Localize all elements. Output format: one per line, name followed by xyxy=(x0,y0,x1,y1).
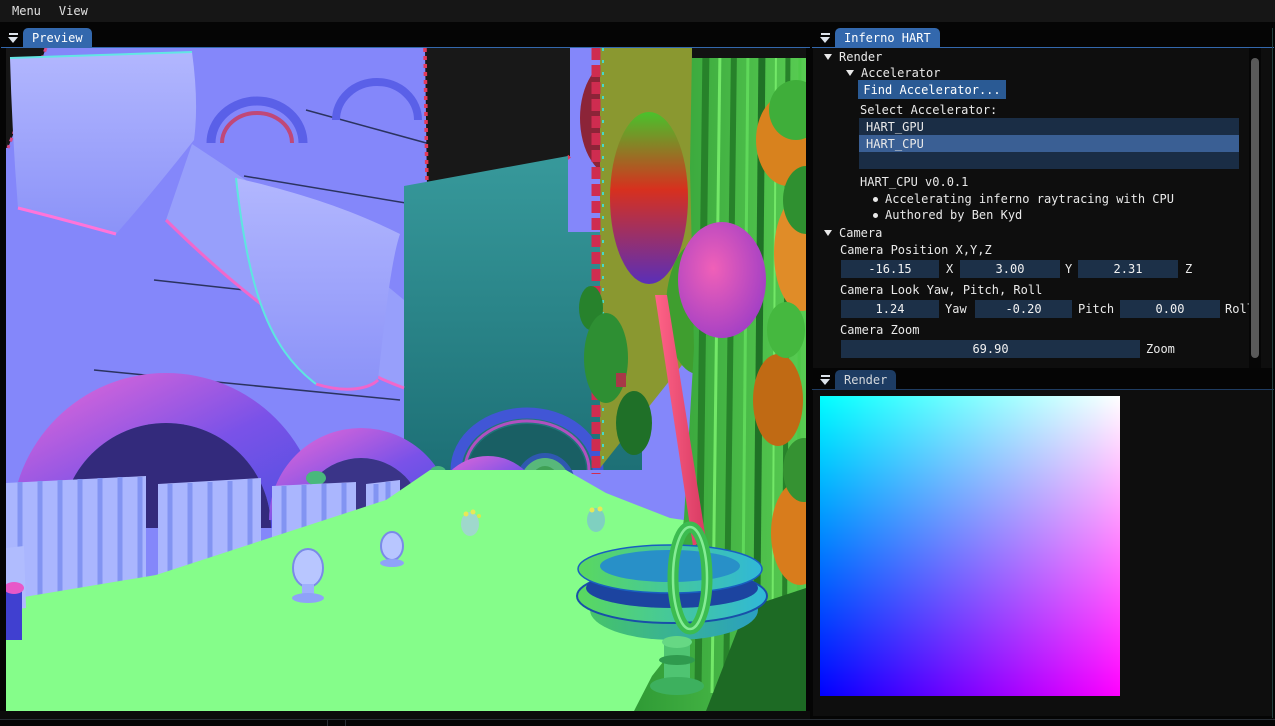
tab-list-arrow-button[interactable] xyxy=(817,29,833,47)
bullet-icon xyxy=(873,213,878,218)
tab-inferno-hart[interactable]: Inferno HART xyxy=(835,28,940,47)
camera-position-y-field[interactable]: 3.00 xyxy=(960,260,1060,278)
preview-render-image xyxy=(6,48,806,711)
accelerator-option-hart-gpu[interactable]: HART_GPU xyxy=(859,118,1239,135)
menu-item-menu[interactable]: Menu xyxy=(4,4,49,18)
accelerator-info-bullet: Authored by Ben Kyd xyxy=(873,207,1022,223)
preview-viewport[interactable] xyxy=(6,48,806,711)
tab-preview[interactable]: Preview xyxy=(23,28,92,47)
axis-label-pitch: Pitch xyxy=(1078,300,1114,318)
resize-grip-notch[interactable] xyxy=(345,719,346,726)
render-gradient-image xyxy=(820,396,1120,696)
tree-expand-icon xyxy=(846,70,854,76)
camera-yaw-field[interactable]: 1.24 xyxy=(841,300,939,318)
vertical-scrollbar[interactable] xyxy=(1249,48,1261,368)
camera-pitch-field[interactable]: -0.20 xyxy=(975,300,1072,318)
axis-label-x: X xyxy=(946,260,953,278)
menu-bar: Menu View xyxy=(0,0,1275,22)
find-accelerator-button[interactable]: Find Accelerator... xyxy=(858,80,1006,99)
accelerator-info-title: HART_CPU v0.0.1 xyxy=(860,174,968,190)
tab-list-arrow-button[interactable] xyxy=(5,29,21,47)
tree-expand-icon xyxy=(824,54,832,60)
tree-expand-icon xyxy=(824,230,832,236)
camera-look-label: Camera Look Yaw, Pitch, Roll xyxy=(840,282,1042,298)
axis-label-zoom: Zoom xyxy=(1146,340,1175,358)
window-right-border xyxy=(1272,28,1273,718)
camera-position-z-field[interactable]: 2.31 xyxy=(1078,260,1178,278)
accelerator-info-bullet: Accelerating inferno raytracing with CPU xyxy=(873,191,1174,207)
select-accelerator-label: Select Accelerator: xyxy=(860,102,997,118)
camera-zoom-field[interactable]: 69.90 xyxy=(841,340,1140,358)
camera-position-x-field[interactable]: -16.15 xyxy=(841,260,939,278)
tab-render[interactable]: Render xyxy=(835,370,896,389)
tab-list-arrow-icon xyxy=(9,33,18,35)
tab-list-arrow-icon xyxy=(821,375,830,377)
inspector-panel: Render Accelerator Find Accelerator... S… xyxy=(813,48,1273,368)
axis-label-y: Y xyxy=(1065,260,1072,278)
accelerator-option-hart-cpu[interactable]: HART_CPU xyxy=(859,135,1239,152)
scrollbar-thumb[interactable] xyxy=(1251,58,1259,358)
accelerator-listbox: HART_GPU HART_CPU xyxy=(859,118,1239,169)
tree-node-render[interactable]: Render xyxy=(824,49,882,65)
render-panel xyxy=(813,390,1273,716)
tab-list-arrow-button[interactable] xyxy=(817,371,833,389)
preview-window-footer xyxy=(0,711,810,719)
window-bottom-border xyxy=(0,719,1275,720)
axis-label-z: Z xyxy=(1185,260,1192,278)
tree-node-accelerator[interactable]: Accelerator xyxy=(846,65,940,81)
resize-grip-notch[interactable] xyxy=(327,719,328,726)
tree-node-camera[interactable]: Camera xyxy=(824,225,882,241)
tab-list-arrow-icon xyxy=(821,33,830,35)
camera-zoom-label: Camera Zoom xyxy=(840,322,919,338)
camera-position-label: Camera Position X,Y,Z xyxy=(840,242,992,258)
bullet-icon xyxy=(873,197,878,202)
menu-item-view[interactable]: View xyxy=(51,4,96,18)
axis-label-yaw: Yaw xyxy=(945,300,967,318)
camera-roll-field[interactable]: 0.00 xyxy=(1120,300,1220,318)
